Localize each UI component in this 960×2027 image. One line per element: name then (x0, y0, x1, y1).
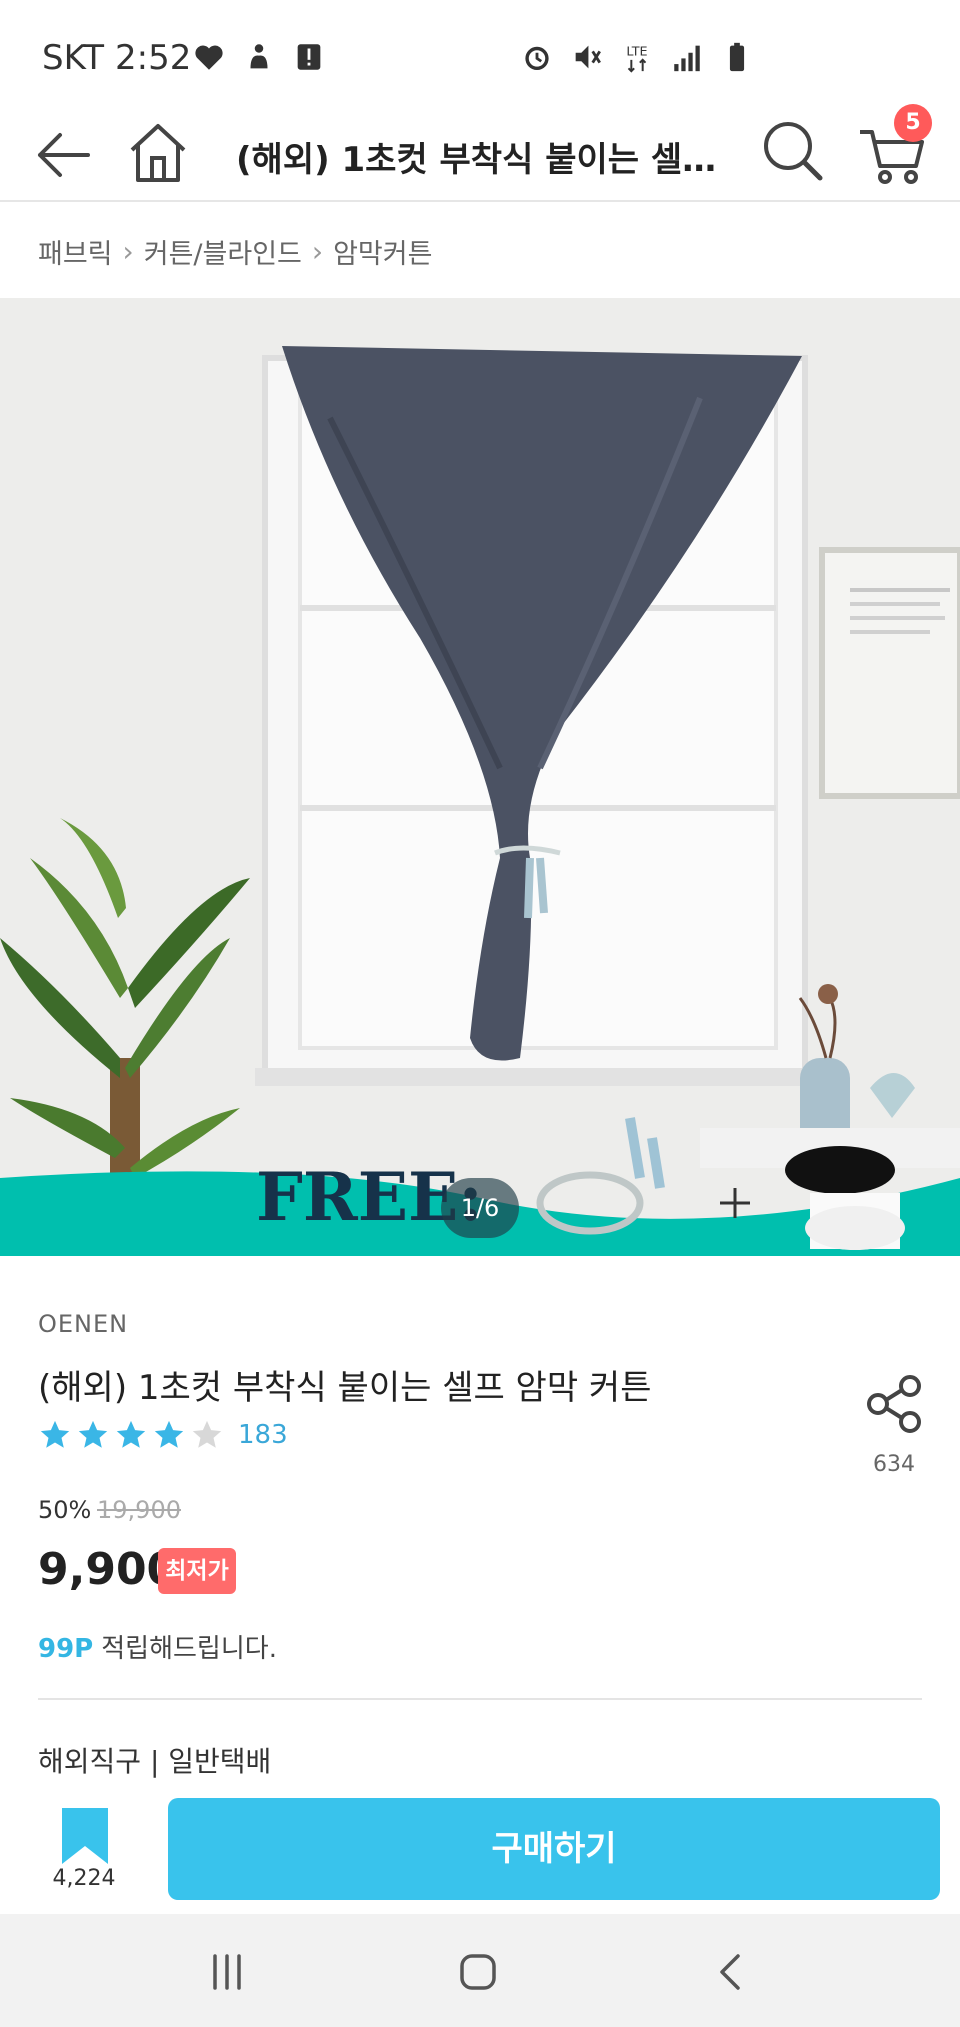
signal-icon (674, 45, 700, 72)
star-filled-icon (116, 1420, 146, 1448)
heart-icon (195, 45, 223, 70)
breadcrumb: 패브릭 › 커튼/블라인드 › 암막커튼 (38, 232, 432, 271)
clock: 2:52 (115, 38, 192, 78)
product-photo: FREE: (0, 298, 960, 1256)
lowest-price-badge: 최저가 (158, 1548, 236, 1594)
points-text: 적립해드립니다. (101, 1634, 277, 1664)
carrier-label: SKT (42, 38, 105, 78)
battery-icon (729, 42, 745, 72)
alert-icon (297, 44, 321, 70)
rating-stars[interactable]: 183 (38, 1418, 288, 1452)
original-price: 19,900 (97, 1496, 181, 1524)
share-icon[interactable] (866, 1374, 922, 1434)
chevron-right-icon: › (122, 235, 134, 268)
reward-points: 99P 적립해드립니다. (38, 1628, 277, 1665)
shipping-method: 해외직구 | 일반택배 (38, 1745, 272, 1778)
wishlist-count: 4,224 (52, 1866, 116, 1891)
svg-text:LTE: LTE (626, 45, 647, 60)
star-filled-icon (154, 1420, 184, 1448)
home-icon[interactable] (126, 120, 190, 186)
chevron-right-icon: › (311, 235, 324, 268)
star-filled-icon (40, 1420, 70, 1448)
review-count[interactable]: 183 (238, 1420, 288, 1450)
recent-apps-icon[interactable] (205, 1950, 249, 1994)
system-icons: LTE (520, 40, 754, 74)
brand-name[interactable]: OENEN (38, 1310, 128, 1338)
system-navigation-bar (0, 1914, 960, 2027)
image-counter: 1/6 (441, 1178, 519, 1238)
home-nav-icon[interactable] (456, 1950, 500, 1994)
bookmark-icon[interactable] (58, 1808, 112, 1864)
back-nav-icon[interactable] (710, 1950, 754, 1994)
discount-rate: 50% (38, 1496, 92, 1524)
buy-button[interactable]: 구매하기 (168, 1798, 940, 1900)
breadcrumb-item-blackout-curtain[interactable]: 암막커튼 (333, 232, 432, 271)
product-image-carousel[interactable]: FREE: 1/6 (0, 298, 960, 1256)
product-name: (해외) 1초컷 부착식 붙이는 셀프 암막 커튼 (38, 1368, 652, 1408)
alarm-icon (525, 46, 549, 71)
lte-icon: LTE (626, 45, 648, 73)
search-icon[interactable] (760, 118, 826, 184)
points-amount: 99P (38, 1634, 94, 1664)
star-empty-icon (192, 1420, 222, 1448)
share-count: 634 (873, 1452, 915, 1477)
page-title: (해외) 1초컷 부착식 붙이는 셀프 암막 커튼 (236, 140, 736, 180)
app-notification-icon (250, 44, 268, 69)
sale-price: 9,900 (38, 1544, 178, 1595)
breadcrumb-item-fabric[interactable]: 패브릭 (38, 232, 113, 271)
mute-icon (575, 45, 601, 69)
star-filled-icon (78, 1420, 108, 1448)
notification-icons (192, 40, 326, 74)
back-arrow-icon[interactable] (32, 124, 94, 186)
top-app-bar: (해외) 1초컷 부착식 붙이는 셀프 암막 커튼 5 (0, 104, 960, 202)
status-bar: SKT 2:52 LTE (0, 0, 960, 118)
cart-count-badge: 5 (894, 104, 932, 142)
breadcrumb-item-curtain-blind[interactable]: 커튼/블라인드 (144, 232, 302, 271)
divider (38, 1698, 922, 1700)
